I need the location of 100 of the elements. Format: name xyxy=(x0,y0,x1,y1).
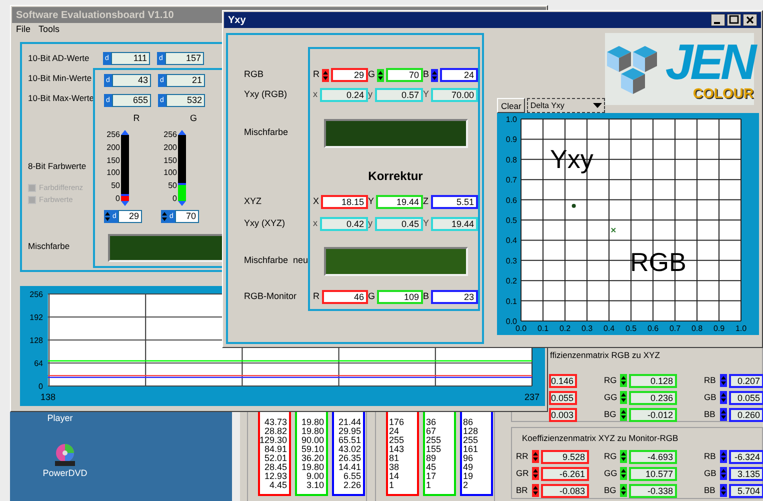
list-value: 3.10 xyxy=(306,481,324,490)
up-arrow-icon[interactable] xyxy=(178,130,186,135)
value-field[interactable]: 0.146 xyxy=(549,374,577,388)
value-field[interactable]: 70 xyxy=(386,68,423,82)
spinner-icon[interactable] xyxy=(377,68,384,82)
icon-label[interactable]: Player xyxy=(40,413,80,423)
value-field[interactable]: 10.577 xyxy=(629,466,677,480)
scale-label: 256 xyxy=(106,131,121,139)
value-field[interactable]: 0.128 xyxy=(629,374,677,388)
value-field[interactable]: 19.44 xyxy=(431,217,478,231)
list-value: 96 xyxy=(463,454,474,463)
value-field[interactable]: 109 xyxy=(377,290,423,304)
value-field[interactable]: 0.260 xyxy=(728,408,763,422)
field-label: R xyxy=(313,290,320,304)
minimize-icon[interactable] xyxy=(711,14,725,26)
value-field[interactable]: 111 xyxy=(111,52,150,64)
value-field[interactable]: 0.055 xyxy=(728,390,763,404)
list-value: 9.00 xyxy=(306,472,324,481)
spinner-icon[interactable] xyxy=(620,374,627,387)
field-label: x xyxy=(313,88,318,102)
value-field[interactable]: 3.135 xyxy=(728,466,763,480)
spinner-icon[interactable] xyxy=(720,408,727,421)
spinner-icon[interactable] xyxy=(720,484,727,497)
spinner-icon[interactable] xyxy=(720,374,727,387)
menu-item[interactable]: File xyxy=(16,23,31,37)
value-field[interactable]: -0.083 xyxy=(541,484,589,498)
spinner-icon[interactable] xyxy=(431,68,438,82)
value-field[interactable]: -4.693 xyxy=(629,450,677,464)
list-value: 161 xyxy=(463,445,478,454)
axis-label: 0.3 xyxy=(506,256,517,266)
value-field[interactable]: -0.338 xyxy=(629,484,677,498)
row-label: Mischfarbe neu xyxy=(244,254,308,268)
value-field[interactable]: 43 xyxy=(112,74,151,86)
scale-label: 50 xyxy=(167,182,178,190)
spinner-icon[interactable] xyxy=(720,391,727,404)
spinner-icon[interactable] xyxy=(620,408,627,421)
value-field[interactable]: 9.528 xyxy=(541,450,589,464)
clear-button[interactable]: Clear xyxy=(497,98,526,113)
axis-label: 0.8 xyxy=(691,324,703,333)
value-field[interactable]: 0.003 xyxy=(549,408,577,422)
value-field[interactable]: 24 xyxy=(440,68,478,82)
list-value: 28.82 xyxy=(264,427,287,436)
value-field[interactable]: 5.51 xyxy=(430,195,478,209)
value-field[interactable]: 655 xyxy=(112,94,151,106)
field-label: R xyxy=(313,68,320,82)
disc-icon[interactable] xyxy=(53,443,77,467)
axis-label: 0.3 xyxy=(581,324,593,333)
menu-item[interactable]: Tools xyxy=(38,23,60,37)
list-value: 1 xyxy=(389,481,394,490)
axis-label: 192 xyxy=(30,313,43,322)
value-field[interactable]: -6.324 xyxy=(728,450,763,464)
axis-label: 64 xyxy=(34,359,43,368)
value-field[interactable]: 0.45 xyxy=(374,217,423,231)
value-field[interactable]: 0.24 xyxy=(320,88,368,102)
axis-label: 0.9 xyxy=(506,135,517,144)
close-icon[interactable] xyxy=(743,14,757,26)
axis-label: 0.8 xyxy=(506,155,517,164)
spinner-icon[interactable] xyxy=(620,467,627,480)
logo-text: JEN xyxy=(665,38,754,86)
down-arrow-icon[interactable] xyxy=(178,201,186,206)
list-value: 255 xyxy=(463,436,478,445)
spinner-icon[interactable] xyxy=(720,450,727,463)
value-field[interactable]: -0.012 xyxy=(629,408,677,422)
value-field[interactable]: 0.57 xyxy=(374,88,423,102)
value-field[interactable]: 21 xyxy=(166,74,205,86)
spinner-icon[interactable] xyxy=(620,484,627,497)
channel-label: G xyxy=(188,112,198,125)
spinner-icon[interactable] xyxy=(620,450,627,463)
icon-label[interactable]: PowerDVD xyxy=(42,467,88,480)
value-field[interactable]: 0.42 xyxy=(320,217,368,231)
field-label: Y xyxy=(368,195,374,208)
list-value: 19 xyxy=(463,472,474,481)
spinner-icon[interactable] xyxy=(720,467,727,480)
value-field[interactable]: 23 xyxy=(431,290,478,304)
list-value: 176 xyxy=(389,418,404,427)
up-arrow-icon[interactable] xyxy=(121,130,129,135)
value-field[interactable]: 70 xyxy=(175,210,199,223)
value-field[interactable]: 18.15 xyxy=(321,195,368,209)
value-field[interactable]: 29 xyxy=(330,68,368,82)
list-value: 6.55 xyxy=(343,472,361,481)
value-field[interactable]: 0.236 xyxy=(629,390,677,404)
axis-label: 0.1 xyxy=(506,296,517,306)
value-field[interactable]: 0.207 xyxy=(728,374,763,388)
value-field[interactable]: 5.704 xyxy=(728,484,763,498)
value-field[interactable]: -6.261 xyxy=(541,466,589,480)
spinner-icon[interactable] xyxy=(620,391,627,404)
mode-dropdown[interactable]: Delta Yxy xyxy=(527,98,606,113)
maximize-icon[interactable] xyxy=(727,14,741,26)
value-field[interactable]: 70.00 xyxy=(431,88,478,102)
value-field[interactable]: 29 xyxy=(118,210,142,223)
cell-label: GB xyxy=(704,391,718,404)
value-field[interactable]: 0.055 xyxy=(549,390,577,404)
spinner-icon[interactable] xyxy=(322,68,328,82)
down-arrow-icon[interactable] xyxy=(121,201,129,206)
value-field[interactable]: 46 xyxy=(322,290,368,304)
value-field[interactable]: 532 xyxy=(166,94,205,106)
value-field[interactable]: 157 xyxy=(165,52,204,64)
axis-label: 0.6 xyxy=(506,196,517,205)
list-value: 1 xyxy=(426,481,432,490)
value-field[interactable]: 19.44 xyxy=(376,195,423,209)
